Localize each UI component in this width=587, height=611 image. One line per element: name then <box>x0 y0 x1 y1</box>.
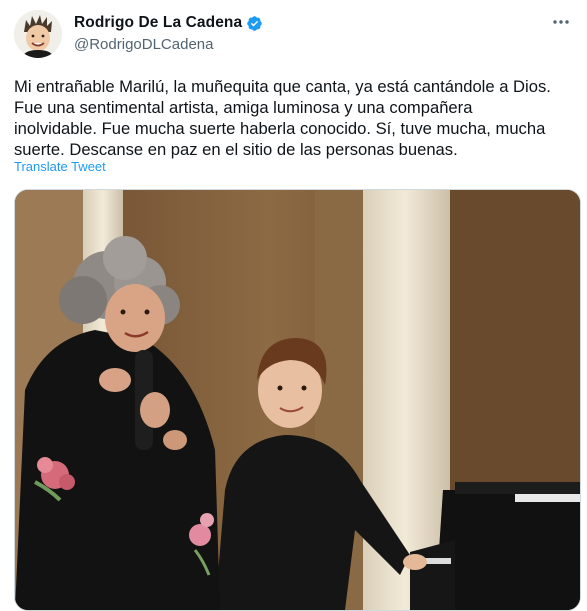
author-name-row: Rodrigo De La Cadena <box>74 14 263 32</box>
tweet-text-line: inolvidable. Fue mucha suerte haberla co… <box>14 119 546 138</box>
translate-tweet-link[interactable]: Translate Tweet <box>14 159 106 174</box>
more-options-icon[interactable] <box>549 10 573 34</box>
verified-badge-icon <box>246 15 263 32</box>
tweet-text-line: Fue una sentimental artista, amiga lumin… <box>14 98 473 117</box>
tweet-text-line: Mi entrañable Marilú, la muñequita que c… <box>14 77 551 96</box>
tweet-card: Rodrigo De La Cadena @RodrigoDLCadena Mi… <box>0 0 587 611</box>
tweet-photo[interactable] <box>14 189 581 611</box>
author-handle[interactable]: @RodrigoDLCadena <box>74 36 213 53</box>
author-avatar[interactable] <box>14 10 62 58</box>
tweet-text-line: suerte. Descanse en paz en el sitio de l… <box>14 140 458 159</box>
author-display-name[interactable]: Rodrigo De La Cadena <box>74 14 242 32</box>
tweet-text: Mi entrañable Marilú, la muñequita que c… <box>14 76 582 160</box>
